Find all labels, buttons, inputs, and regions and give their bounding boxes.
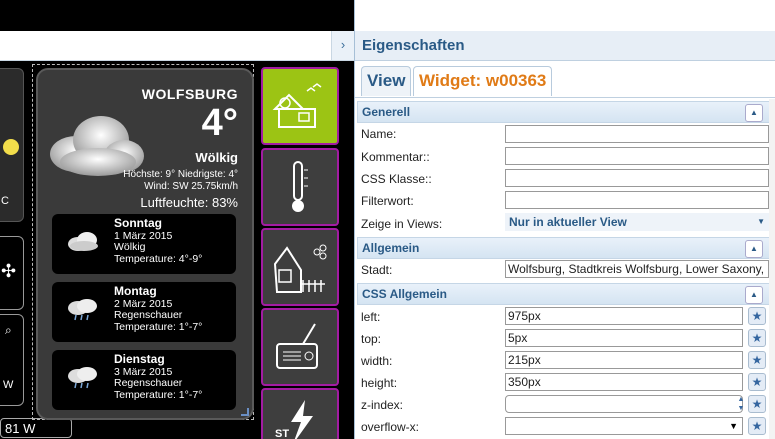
width-input[interactable]: 215px [505, 351, 743, 369]
dropdown-arrow-icon: ▼ [757, 217, 765, 226]
cloud-icon [68, 232, 98, 251]
energy-label: ST [275, 428, 290, 439]
spinner-icon[interactable]: ▲ ▼ [735, 395, 747, 413]
name-input[interactable] [505, 125, 769, 143]
radio-button[interactable] [261, 308, 339, 386]
magnifier-icon: ⌕ [5, 323, 12, 337]
label-stadt: Stadt: [361, 263, 393, 277]
label-top: top: [361, 332, 382, 346]
panel-scrollbar[interactable] [769, 99, 775, 439]
star-icon[interactable]: ★ [748, 373, 766, 391]
weather-temperature: 4° [201, 102, 238, 144]
resize-handle[interactable] [241, 408, 249, 416]
label-css-klasse: CSS Klasse:: [361, 172, 432, 186]
tab-view[interactable]: View [361, 66, 412, 96]
label-views: Zeige in Views: [361, 217, 443, 231]
star-icon[interactable]: ★ [748, 351, 766, 369]
dropdown-arrow-icon: ▼ [729, 421, 738, 431]
home-button[interactable] [261, 67, 339, 145]
height-input[interactable]: 350px [505, 373, 743, 391]
forecast-temperature: Temperature: 1°-7° [114, 388, 203, 401]
partial-tile-power[interactable]: ⌕ W [0, 314, 24, 406]
rain-cloud-icon [68, 299, 97, 321]
forecast-day-name: Dienstag [114, 352, 165, 366]
fan-icon: ✣ [1, 261, 17, 281]
partial-tile-fan[interactable]: ✣ [0, 236, 24, 310]
star-icon[interactable]: ★ [748, 329, 766, 347]
forecast-condition: Regenschauer [114, 377, 183, 389]
panel-tabs: View Widget: w00363 [355, 61, 775, 98]
partial-unit-label: C [1, 195, 9, 207]
forecast-temperature: Temperature: 4°-9° [114, 252, 203, 265]
section-css-allgemein[interactable]: CSS Allgemein ▲ [357, 283, 770, 305]
collapse-panel-button[interactable]: › [331, 31, 354, 60]
panel-title: Eigenschaften [355, 31, 775, 61]
properties-panel: Eigenschaften View Widget: w00363 Genere… [354, 0, 775, 439]
building-button[interactable] [261, 228, 339, 306]
tab-widget[interactable]: Widget: w00363 [413, 66, 553, 96]
collapse-section-icon[interactable]: ▲ [745, 286, 763, 304]
forecast-day: Montag 2 März 2015 Regenschauer Temperat… [52, 282, 236, 342]
radio-icon [276, 323, 318, 369]
section-allgemein[interactable]: Allgemein ▲ [357, 237, 770, 259]
section-title: Generell [362, 105, 411, 119]
canvas-toolbar: › [0, 31, 354, 61]
section-title: CSS Allgemein [362, 287, 447, 301]
left-input[interactable]: 975px [505, 307, 743, 325]
label-kommentar: Kommentar:: [361, 150, 430, 164]
forecast-date: 3 März 2015 [114, 365, 173, 378]
stadt-input[interactable]: Wolfsburg, Stadtkreis Wolfsburg, Lower S… [505, 260, 769, 278]
forecast-day: Dienstag 3 März 2015 Regenschauer Temper… [52, 350, 236, 410]
energy-button[interactable]: ST [261, 388, 339, 439]
label-filterwort: Filterwort: [361, 194, 414, 208]
forecast-date: 1 März 2015 [114, 229, 173, 242]
top-input[interactable]: 5px [505, 329, 743, 347]
css-klasse-input[interactable] [505, 169, 769, 187]
weather-wind: Wind: SW 25.75km/h [144, 181, 238, 192]
section-title: Allgemein [362, 241, 420, 255]
label-width: width: [361, 354, 393, 368]
sun-icon [3, 139, 19, 155]
views-select[interactable]: Nur in aktueller View ▼ [505, 213, 769, 231]
thermometer-icon [292, 161, 308, 212]
label-overflow-x: overflow-x: [361, 420, 420, 434]
collapse-section-icon[interactable]: ▲ [745, 240, 763, 258]
overflow-x-select[interactable]: ▼ [505, 417, 743, 435]
properties-list: Generell ▲ Name: Kommentar:: CSS Klasse:… [357, 99, 770, 439]
forecast-day: Sonntag 1 März 2015 Wölkig Temperature: … [52, 214, 236, 274]
widget-canvas[interactable]: › C ✣ ⌕ W 81 W WOLFSBURG 4° Wölkig Höchs… [0, 0, 354, 439]
views-select-value: Nur in aktueller View [509, 215, 627, 229]
forecast-condition: Wölkig [114, 241, 146, 253]
weather-city: WOLFSBURG [141, 86, 238, 102]
star-icon[interactable]: ★ [748, 417, 766, 435]
forecast-day-name: Sonntag [114, 216, 162, 230]
z-index-input[interactable] [505, 395, 743, 413]
label-height: height: [361, 376, 398, 390]
star-icon[interactable]: ★ [748, 395, 766, 413]
weather-hilo: Höchste: 9° Niedrigste: 4° [123, 169, 238, 180]
filterwort-input[interactable] [505, 191, 769, 209]
power-readout: 81 W [0, 418, 72, 438]
partial-power-label: W [3, 379, 14, 391]
rain-cloud-icon [68, 367, 97, 389]
partial-tile-clock[interactable]: C [0, 68, 24, 222]
section-generell[interactable]: Generell ▲ [357, 101, 770, 123]
house-icon [272, 83, 322, 128]
house-fan-icon [273, 244, 327, 293]
forecast-date: 2 März 2015 [114, 297, 173, 310]
weather-condition: Wölkig [195, 150, 238, 165]
label-name: Name: [361, 127, 397, 141]
forecast-condition: Regenschauer [114, 309, 183, 321]
weather-widget[interactable]: WOLFSBURG 4° Wölkig Höchste: 9° Niedrigs… [36, 68, 254, 420]
collapse-section-icon[interactable]: ▲ [745, 104, 763, 122]
weather-humidity: Luftfeuchte: 83% [140, 195, 238, 210]
label-z-index: z-index: [361, 398, 404, 412]
label-left: left: [361, 310, 381, 324]
forecast-temperature: Temperature: 1°-7° [114, 320, 203, 333]
kommentar-input[interactable] [505, 147, 769, 165]
star-icon[interactable]: ★ [748, 307, 766, 325]
thermometer-button[interactable] [261, 148, 339, 226]
forecast-day-name: Montag [114, 284, 157, 298]
